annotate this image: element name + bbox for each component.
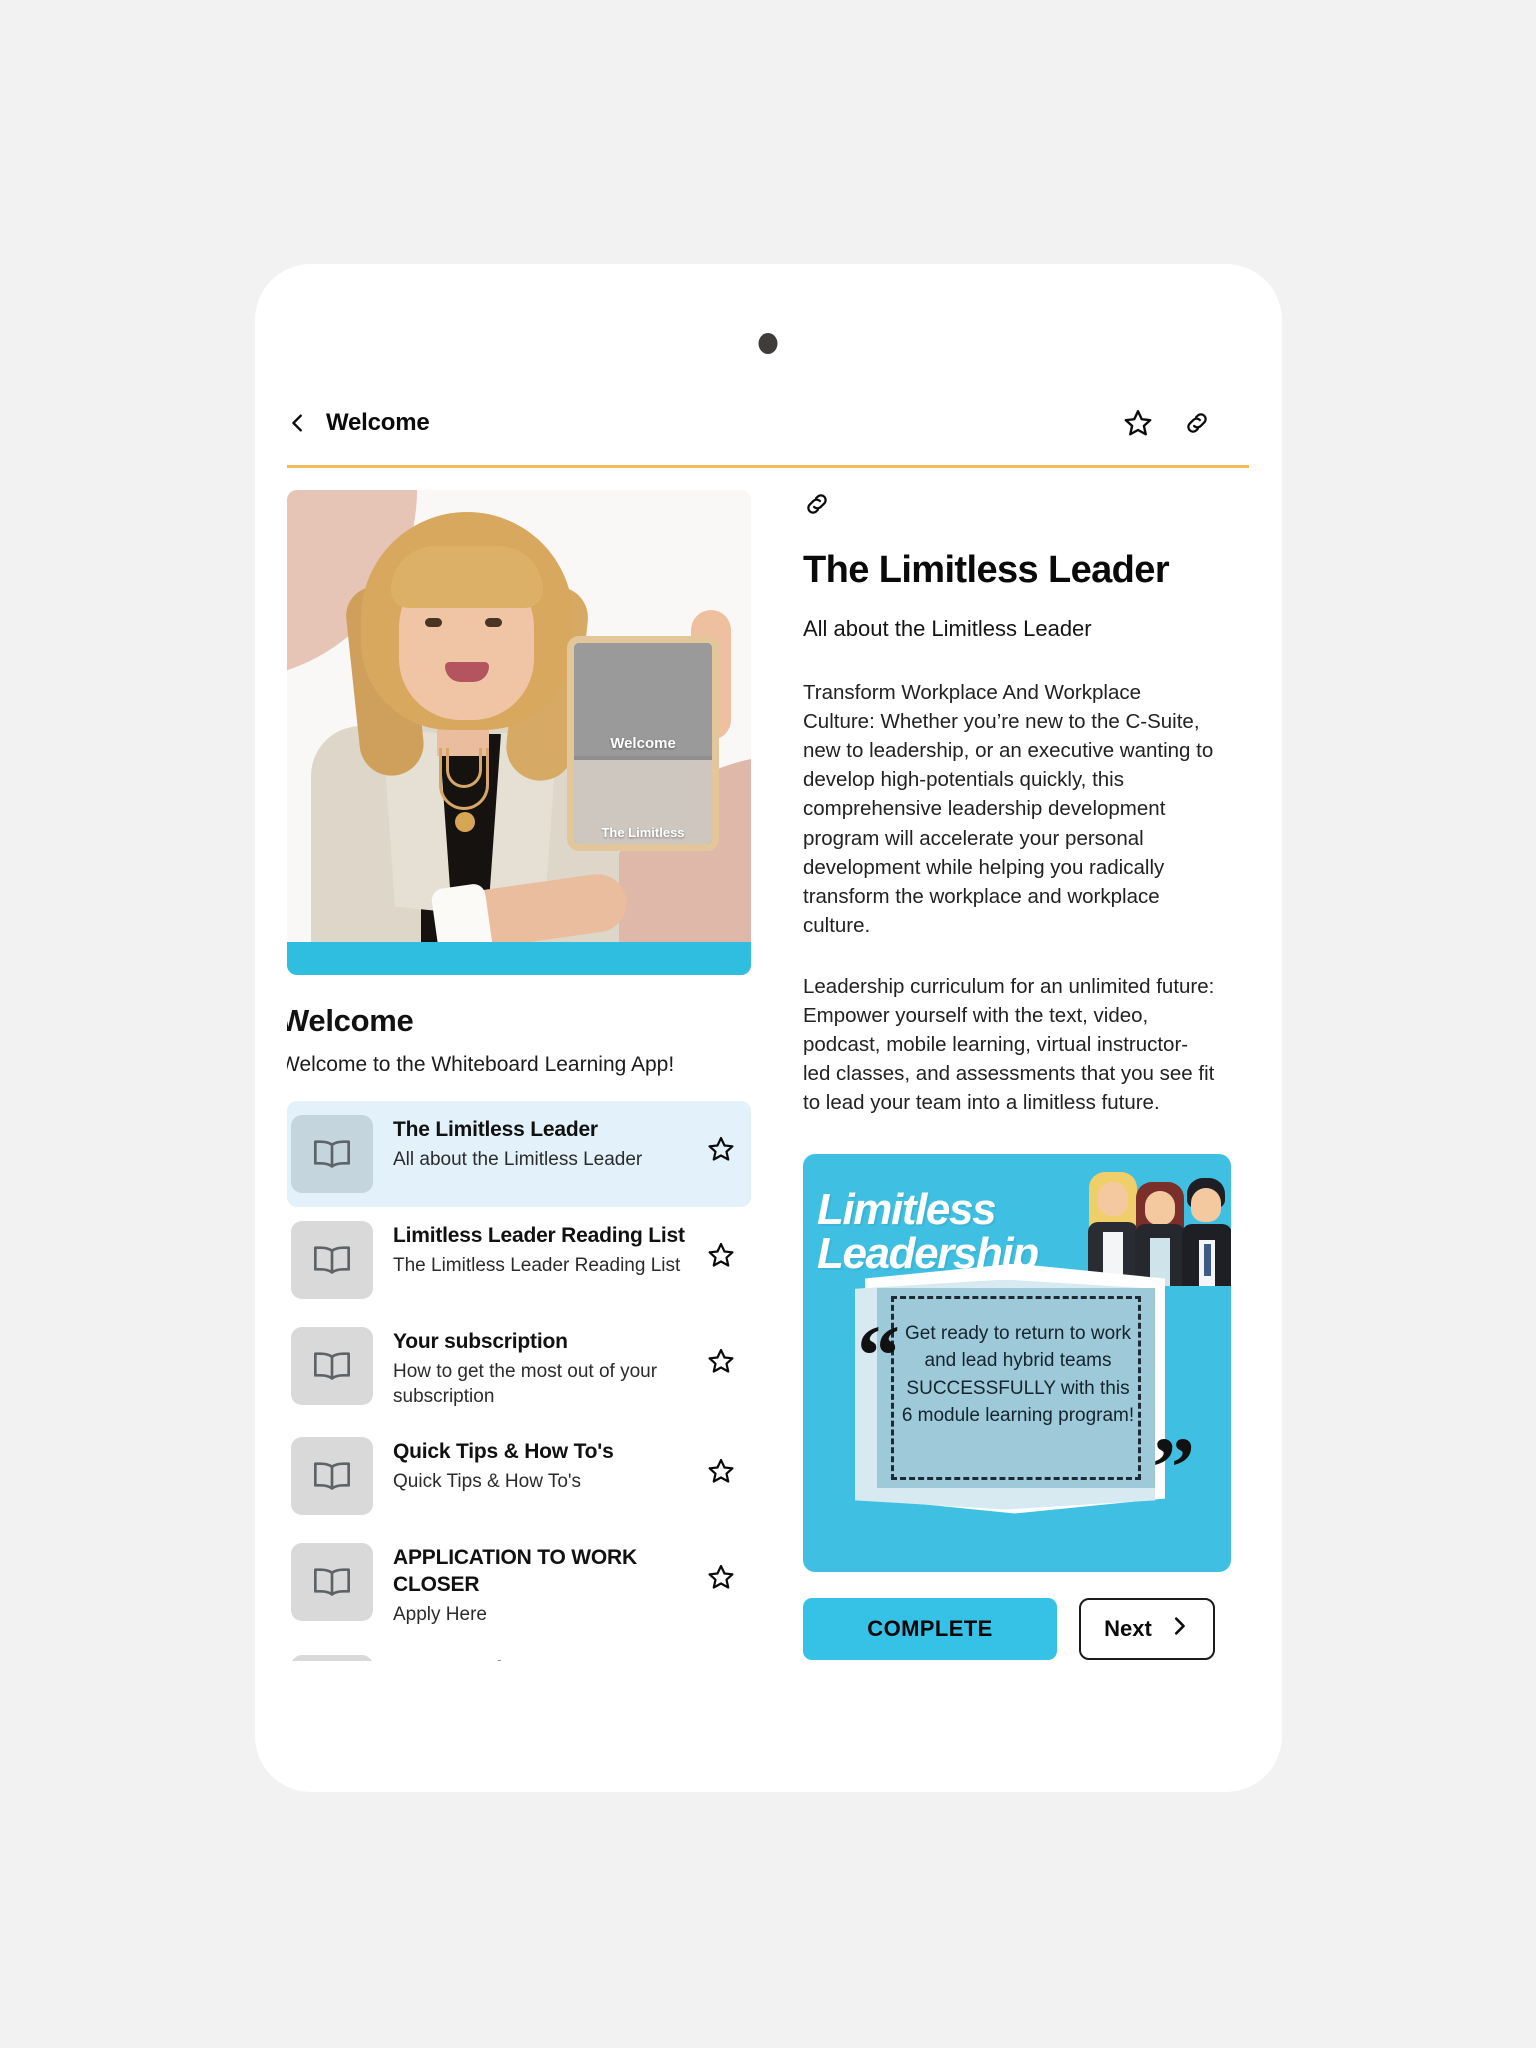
lesson-text: Your subscription How to get the most ou…	[393, 1327, 687, 1409]
detail-paragraph-1: Transform Workplace And Workplace Cultur…	[803, 681, 1214, 937]
link-icon[interactable]	[803, 490, 1215, 523]
lesson-item-quick-tips-how-tos[interactable]: Quick Tips & How To's Quick Tips & How T…	[287, 1423, 751, 1529]
lesson-text: APPLICATION TO WORK CLOSER Apply Here	[393, 1543, 687, 1627]
left-headings: Welcome Welcome to the Whiteboard Learni…	[287, 1003, 751, 1077]
left-panel-title: Welcome	[287, 1003, 414, 1038]
hero-mini-label-bottom: The Limitless	[601, 825, 685, 840]
left-panel: Welcome The Limitless Welcome Welcome to…	[287, 468, 751, 1661]
back-button[interactable]: Welcome	[287, 409, 430, 437]
chevron-right-icon	[1168, 1615, 1190, 1643]
star-outline-icon[interactable]	[707, 1327, 735, 1380]
lesson-text: Bonus Podcast #1	[393, 1655, 687, 1661]
star-outline-icon[interactable]	[707, 1543, 735, 1596]
lesson-title: Quick Tips & How To's	[393, 1440, 614, 1464]
lesson-text: Quick Tips & How To's Quick Tips & How T…	[393, 1437, 687, 1494]
lesson-item-application-to-work-closer[interactable]: APPLICATION TO WORK CLOSER Apply Here	[287, 1529, 751, 1641]
promo-person-2	[1133, 1181, 1187, 1286]
star-outline-icon[interactable]	[707, 1115, 735, 1168]
lesson-title: Your subscription	[393, 1330, 568, 1353]
promo-quote-open-icon: “	[857, 1306, 900, 1403]
book-open-icon	[291, 1327, 373, 1405]
lesson-desc: How to get the most out of your subscrip…	[393, 1360, 658, 1407]
detail-subtitle: All about the Limitless Leader	[803, 616, 1092, 641]
book-open-icon	[291, 1437, 373, 1516]
next-button-label: Next	[1104, 1615, 1152, 1641]
hero-image: Welcome The Limitless	[287, 490, 751, 975]
lesson-item-your-subscription[interactable]: Your subscription How to get the most ou…	[287, 1313, 751, 1423]
lesson-desc: Apply Here	[393, 1603, 487, 1625]
lesson-desc: Quick Tips & How To's	[393, 1470, 582, 1492]
lesson-desc: The Limitless Leader Reading List	[393, 1254, 681, 1276]
promo-quote-close-icon: ”	[1152, 1418, 1195, 1515]
lesson-item-limitless-leader-reading-list[interactable]: Limitless Leader Reading List The Limitl…	[287, 1207, 751, 1313]
promo-headline: Limitless Leadership	[817, 1184, 1039, 1276]
subject-necklace-outer	[439, 748, 489, 810]
right-panel: The Limitless Leader All about the Limit…	[751, 468, 1249, 1661]
page-title: Welcome	[326, 408, 430, 436]
hero-mini-label-top: Welcome	[610, 735, 676, 753]
left-panel-subtitle: Welcome to the Whiteboard Learning App!	[287, 1053, 675, 1076]
promo-quote-text: Get ready to return to work and lead hyb…	[901, 1322, 1135, 1427]
subject-eye-left	[425, 618, 442, 627]
promo-person-3	[1181, 1177, 1231, 1286]
subject-pendant	[455, 812, 475, 832]
hero-subject: Welcome The Limitless	[311, 490, 731, 975]
app-viewport: Welcome Welcome The Limitless Welcome We…	[287, 380, 1249, 1664]
detail-actions: COMPLETE Next	[803, 1597, 1215, 1660]
lesson-text: The Limitless Leader All about the Limit…	[393, 1115, 687, 1172]
content-columns: Welcome The Limitless Welcome Welcome to…	[287, 468, 1249, 1661]
subject-eye-right	[485, 618, 502, 627]
promo-headline-line1: Limitless	[817, 1184, 997, 1234]
lesson-text: Limitless Leader Reading List The Limitl…	[393, 1221, 687, 1278]
star-outline-icon[interactable]	[707, 1655, 735, 1661]
next-button[interactable]: Next	[1079, 1597, 1215, 1660]
lesson-item-bonus-podcast-1[interactable]: Bonus Podcast #1	[287, 1641, 751, 1661]
lesson-item-the-limitless-leader[interactable]: The Limitless Leader All about the Limit…	[287, 1101, 751, 1207]
lesson-desc: All about the Limitless Leader	[393, 1148, 643, 1170]
lesson-title: Limitless Leader Reading List	[393, 1224, 685, 1247]
hero-mini-tablet-screen: Welcome The Limitless	[574, 643, 712, 844]
promo-people-illustration	[1085, 1164, 1231, 1286]
book-open-icon	[291, 1543, 373, 1622]
topbar-actions	[1123, 408, 1241, 438]
chevron-left-icon	[287, 412, 309, 434]
star-outline-icon[interactable]	[707, 1437, 735, 1490]
app-topbar: Welcome	[287, 380, 1249, 468]
promo-card: Limitless Leadership “ ” Get ready to re…	[803, 1153, 1231, 1572]
detail-paragraph-2: Leadership curriculum for an unlimited f…	[803, 974, 1215, 1115]
subject-mouth	[445, 662, 489, 682]
link-icon[interactable]	[1183, 409, 1211, 437]
lesson-list: The Limitless Leader All about the Limit…	[287, 1101, 751, 1661]
star-outline-icon[interactable]	[707, 1221, 735, 1274]
book-open-icon	[291, 1654, 373, 1661]
hero-mini-tablet: Welcome The Limitless	[567, 636, 719, 851]
book-open-icon	[291, 1221, 373, 1299]
detail-title: The Limitless Leader	[803, 549, 1170, 591]
book-open-icon	[291, 1115, 373, 1193]
hero-accent-bar	[287, 942, 751, 975]
front-camera-dot	[758, 333, 778, 354]
lesson-title: Bonus Podcast #1	[393, 1657, 687, 1661]
lesson-title: APPLICATION TO WORK CLOSER	[393, 1546, 637, 1596]
star-outline-icon[interactable]	[1123, 408, 1153, 438]
subject-bangs	[391, 546, 543, 608]
lesson-title: The Limitless Leader	[393, 1118, 598, 1141]
complete-button[interactable]: COMPLETE	[803, 1597, 1057, 1660]
